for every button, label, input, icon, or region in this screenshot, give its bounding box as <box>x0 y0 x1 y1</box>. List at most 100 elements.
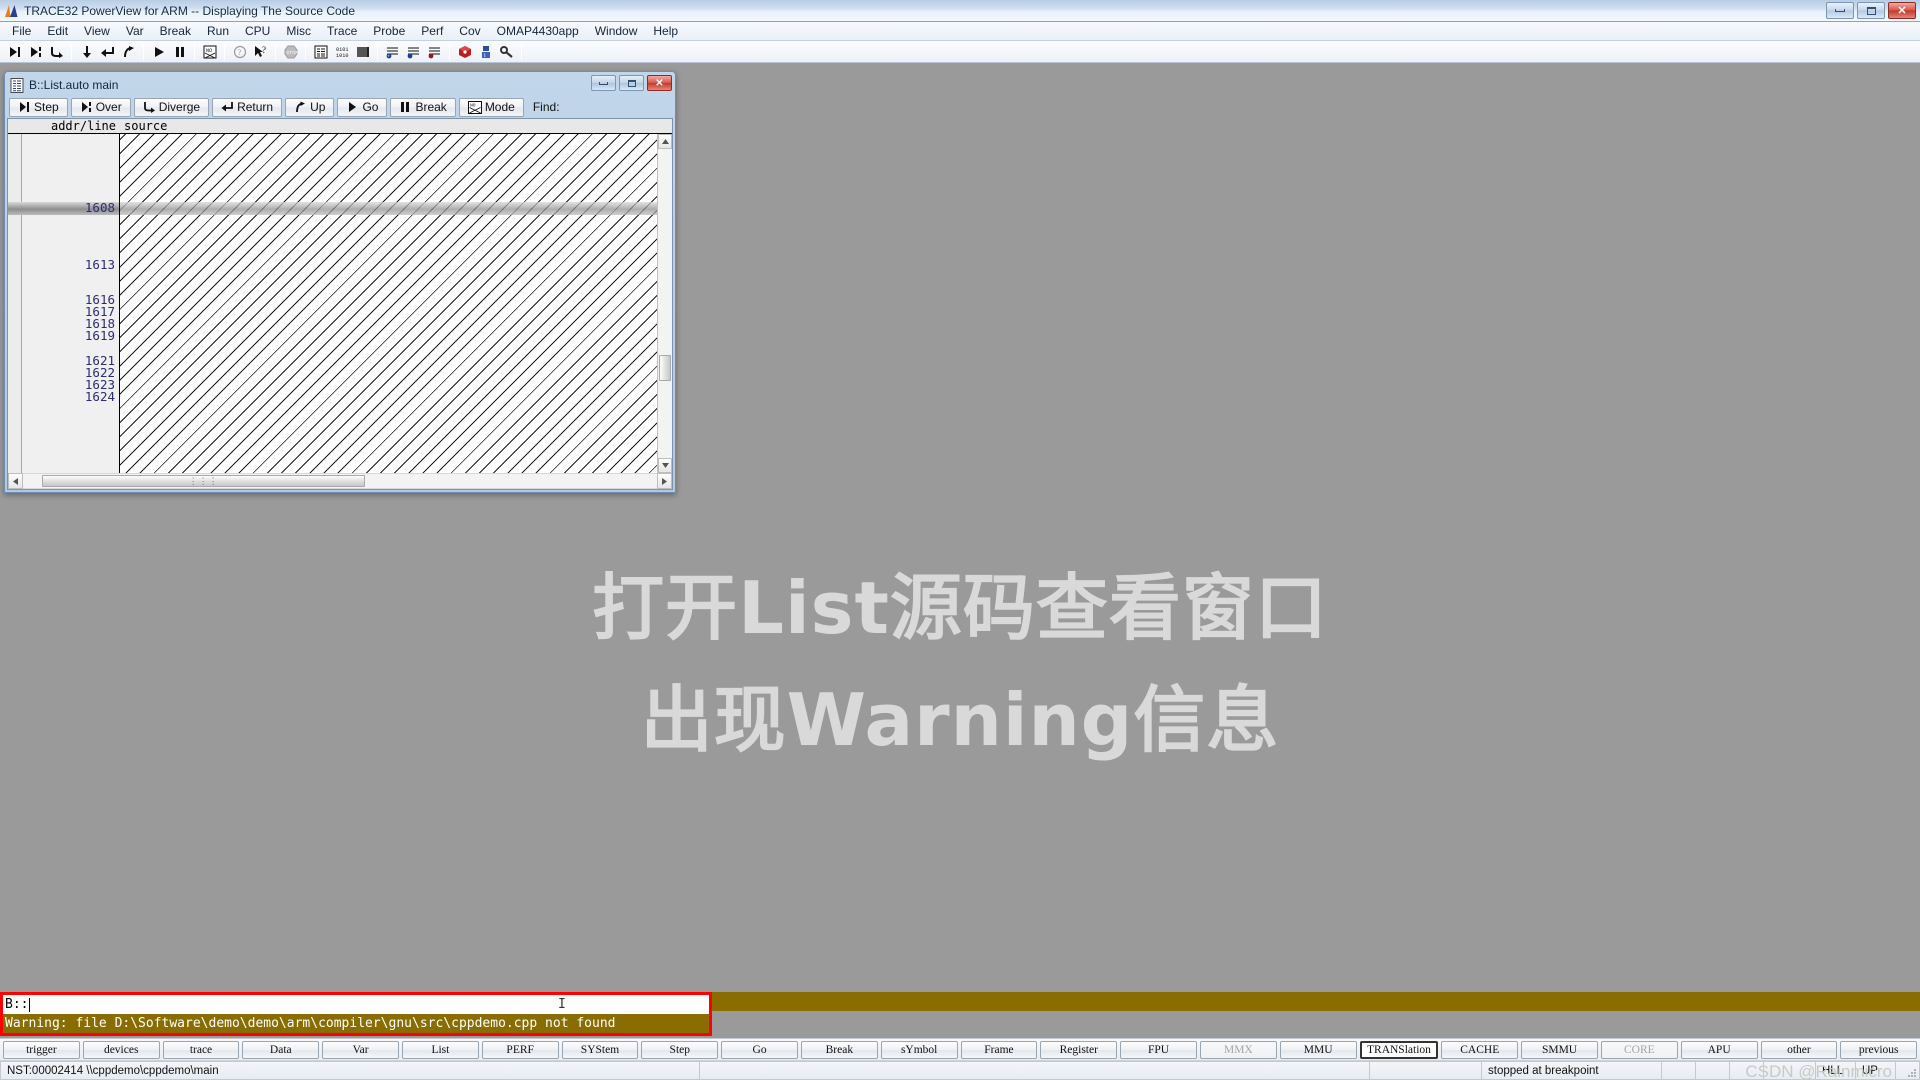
softkey-go[interactable]: Go <box>721 1040 798 1059</box>
scroll-left-arrow-icon[interactable] <box>8 473 23 489</box>
go-run-icon[interactable] <box>148 42 169 62</box>
step-return-icon[interactable] <box>97 42 118 62</box>
menu-item-run[interactable]: Run <box>199 22 237 40</box>
diverge-button[interactable]: Diverge <box>133 97 210 117</box>
vertical-scroll-thumb[interactable] <box>659 355 671 381</box>
menu-item-perf[interactable]: Perf <box>413 22 451 40</box>
info-blue-icon[interactable]: i <box>475 42 496 62</box>
go-button[interactable]: Go <box>337 97 388 117</box>
menu-item-trace[interactable]: Trace <box>319 22 365 40</box>
memory-dump-icon[interactable] <box>352 42 373 62</box>
context-help-icon[interactable]: ? <box>250 42 271 62</box>
line-number[interactable]: 1619 <box>85 329 115 342</box>
menu-item-file[interactable]: File <box>4 22 39 40</box>
line-number[interactable]: 1624 <box>85 390 115 403</box>
menu-item-omap4430app[interactable]: OMAP4430app <box>489 22 587 40</box>
step-diverge-icon[interactable] <box>46 42 67 62</box>
source-window-toolbar: Step Over Diverge Return Up Go Break NO … <box>7 96 673 118</box>
softkey-trigger[interactable]: trigger <box>3 1040 80 1059</box>
softkey-smmu[interactable]: SMMU <box>1521 1040 1598 1059</box>
scroll-up-arrow-icon[interactable] <box>658 134 672 149</box>
menu-item-misc[interactable]: Misc <box>278 22 319 40</box>
status-bar: NST:00002414 \\cppdemo\cppdemo\main stop… <box>0 1060 1920 1080</box>
softkey-translation[interactable]: TRANSlation <box>1359 1040 1439 1059</box>
over-button[interactable]: Over <box>70 97 131 117</box>
trace-add-icon[interactable]: + <box>382 42 403 62</box>
break-pause-icon[interactable] <box>169 42 190 62</box>
source-vertical-scrollbar[interactable] <box>657 134 672 473</box>
softkey-symbol[interactable]: sYmbol <box>880 1040 958 1059</box>
emulator-red-icon[interactable] <box>454 42 475 62</box>
window-controls: ✕ <box>1826 2 1916 19</box>
maximize-button[interactable] <box>1857 2 1885 19</box>
minimize-button[interactable] <box>1826 2 1854 19</box>
close-button[interactable]: ✕ <box>1888 2 1916 19</box>
breakpoint-gutter[interactable] <box>8 134 672 473</box>
vertical-scroll-track[interactable] <box>658 149 672 458</box>
minimize-icon <box>599 81 608 85</box>
annotation-line-2: 出现Warning信息 <box>640 677 1280 762</box>
source-window-maximize-button[interactable] <box>619 75 644 91</box>
step-over-icon <box>80 101 93 113</box>
trace-list-icon[interactable] <box>403 42 424 62</box>
menu-item-probe[interactable]: Probe <box>365 22 413 40</box>
softkey-mmu[interactable]: MMU <box>1279 1040 1357 1059</box>
menu-item-cov[interactable]: Cov <box>451 22 488 40</box>
softkey-fpu[interactable]: FPU <box>1120 1040 1197 1059</box>
up-button[interactable]: Up <box>285 97 335 117</box>
menu-item-edit[interactable]: Edit <box>39 22 76 40</box>
source-window-controls: ✕ <box>591 75 672 91</box>
horizontal-scroll-thumb[interactable]: ⋮⋮⋮ <box>42 475 366 487</box>
softkey-register[interactable]: Register <box>1040 1040 1118 1059</box>
return-button[interactable]: Return <box>212 97 283 117</box>
step-over-icon[interactable] <box>25 42 46 62</box>
source-window-minimize-button[interactable] <box>591 75 616 91</box>
softkey-apu[interactable]: APU <box>1680 1040 1758 1059</box>
trace-chart-icon[interactable] <box>424 42 445 62</box>
step-button[interactable]: Step <box>9 97 68 117</box>
softkey-previous[interactable]: previous <box>1840 1040 1918 1059</box>
menu-item-var[interactable]: Var <box>118 22 152 40</box>
softkey-devices[interactable]: devices <box>82 1040 160 1059</box>
softkey-data[interactable]: Data <box>242 1040 320 1059</box>
menu-item-break[interactable]: Break <box>152 22 199 40</box>
resize-grip-icon[interactable] <box>1904 1065 1918 1079</box>
source-text-column[interactable] <box>120 134 657 473</box>
horizontal-scroll-track[interactable]: ⋮⋮⋮ <box>23 473 657 489</box>
source-horizontal-scrollbar[interactable]: ⋮⋮⋮ <box>8 473 672 489</box>
step-down-icon[interactable] <box>76 42 97 62</box>
softkey-step[interactable]: Step <box>641 1040 719 1059</box>
step-into-icon[interactable] <box>4 42 25 62</box>
command-input-line[interactable]: B:: I <box>3 995 709 1014</box>
softkey-system[interactable]: SYStem <box>561 1040 639 1059</box>
settings-wrench-icon[interactable] <box>496 42 517 62</box>
mode-button[interactable]: NO Mode <box>458 97 524 117</box>
stop-sign-icon[interactable]: STOP <box>280 42 301 62</box>
softkey-frame[interactable]: Frame <box>960 1040 1038 1059</box>
softkey-var[interactable]: Var <box>322 1040 399 1059</box>
menu-item-help[interactable]: Help <box>645 22 686 40</box>
status-run-state: stopped at breakpoint <box>1482 1061 1662 1080</box>
step-up-icon[interactable] <box>118 42 139 62</box>
scroll-right-arrow-icon[interactable] <box>657 473 672 489</box>
list-source-icon[interactable]: NO <box>199 42 220 62</box>
register-list-icon[interactable] <box>310 42 331 62</box>
menu-item-cpu[interactable]: CPU <box>237 22 278 40</box>
source-window-close-button[interactable]: ✕ <box>647 75 672 91</box>
softkey-break[interactable]: Break <box>800 1040 878 1059</box>
softkey-list[interactable]: List <box>401 1040 479 1059</box>
scroll-down-arrow-icon[interactable] <box>658 458 672 473</box>
break-button[interactable]: Break <box>390 97 456 117</box>
status-direction[interactable]: UP <box>1856 1061 1896 1080</box>
help-question-icon[interactable]: ? <box>229 42 250 62</box>
binary-data-icon[interactable]: 0101 1010 <box>331 42 352 62</box>
softkey-trace[interactable]: trace <box>162 1040 240 1059</box>
line-number[interactable]: 1608 <box>85 201 115 214</box>
softkey-other[interactable]: other <box>1760 1040 1838 1059</box>
line-number[interactable]: 1613 <box>85 258 115 271</box>
menu-item-window[interactable]: Window <box>587 22 646 40</box>
softkey-cache[interactable]: CACHE <box>1441 1040 1519 1059</box>
status-mode[interactable]: HLL <box>1816 1061 1856 1080</box>
softkey-perf[interactable]: PERF <box>481 1040 559 1059</box>
menu-item-view[interactable]: View <box>76 22 118 40</box>
